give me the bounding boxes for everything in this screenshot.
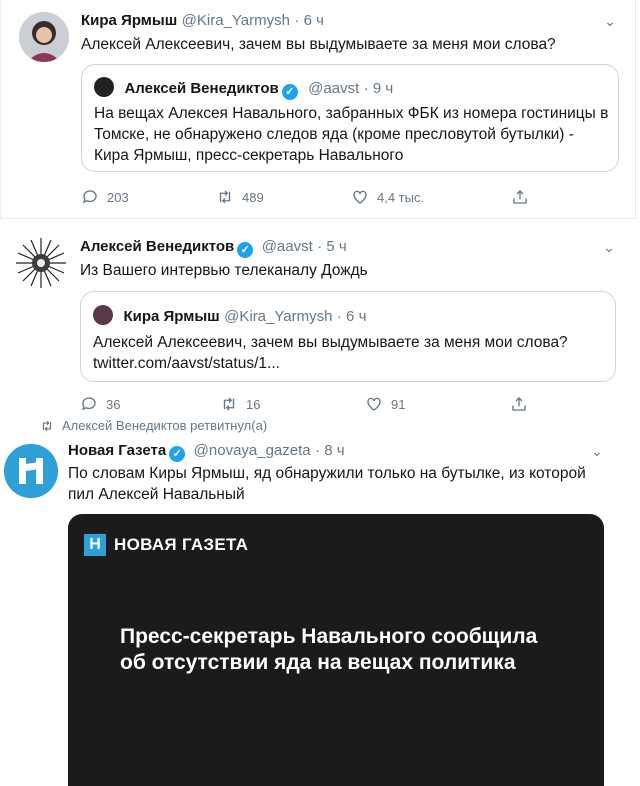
newspaper-logo-icon: Н bbox=[84, 534, 106, 556]
avatar-photo bbox=[14, 236, 68, 290]
quote-text: Алексей Алексеевич, зачем вы выдумываете… bbox=[93, 334, 568, 351]
card-brand: НОВАЯ ГАЗЕТА bbox=[114, 535, 249, 554]
media-card[interactable]: Н НОВАЯ ГАЗЕТА Пресс-секретарь Навальног… bbox=[68, 514, 604, 786]
retweet-count: 489 bbox=[242, 189, 264, 205]
quoted-tweet[interactable]: Кира Ярмыш @Kira_Yarmysh · 6 ч Алексей А… bbox=[80, 291, 616, 382]
reply-button[interactable]: 36 bbox=[80, 394, 120, 414]
like-button[interactable]: 91 bbox=[365, 394, 405, 414]
avatar[interactable] bbox=[14, 236, 68, 290]
avatar-photo bbox=[19, 12, 69, 62]
avatar[interactable] bbox=[4, 444, 58, 498]
tweet-header: Новая Газета ✓ @novaya_gazeta · 8 ч bbox=[68, 442, 345, 462]
newspaper-logo-icon bbox=[4, 444, 58, 498]
retweet-icon bbox=[219, 190, 231, 204]
tweet-time[interactable]: · 6 ч bbox=[294, 12, 324, 29]
verified-badge-icon: ✓ bbox=[169, 446, 186, 462]
tweet[interactable]: Алексей Венедиктов ✓ @aavst · 5 ч ⌄ Из Ва… bbox=[0, 226, 636, 412]
heart-icon bbox=[353, 190, 367, 204]
tweet-time[interactable]: · 5 ч bbox=[317, 238, 347, 255]
retweeted-by-label[interactable]: Алексей Венедиктов ретвитнул(а) bbox=[62, 418, 267, 433]
like-count: 91 bbox=[391, 396, 406, 412]
reply-button[interactable]: 203 bbox=[81, 187, 129, 207]
author-name[interactable]: Кира Ярмыш bbox=[81, 12, 177, 29]
author-name[interactable]: Алексей Венедиктов bbox=[80, 238, 234, 255]
retweet-icon bbox=[223, 397, 235, 411]
retweet-context: Алексей Венедиктов ретвитнул(а) bbox=[40, 418, 267, 433]
chevron-down-icon[interactable]: ⌄ bbox=[600, 238, 618, 256]
quote-header: Кира Ярмыш @Kira_Yarmysh · 6 ч bbox=[93, 305, 366, 326]
like-count: 4,4 тыс. bbox=[377, 189, 425, 205]
verified-badge-icon: ✓ bbox=[237, 242, 254, 258]
card-headline: Пресс-секретарь Навального сообщила об о… bbox=[120, 625, 538, 674]
tweet-time[interactable]: · 8 ч bbox=[315, 442, 345, 459]
tweet-header: Кира Ярмыш @Kira_Yarmysh · 6 ч bbox=[81, 12, 324, 30]
tweet[interactable]: Алексей Венедиктов ретвитнул(а) Новая Га… bbox=[0, 412, 636, 786]
chevron-down-icon[interactable]: ⌄ bbox=[601, 12, 619, 30]
share-icon bbox=[512, 397, 526, 411]
retweet-icon bbox=[42, 420, 52, 431]
quote-header: Алексей Венедиктов ✓ @aavst · 9 ч bbox=[94, 77, 393, 100]
card-logo: Н НОВАЯ ГАЗЕТА bbox=[84, 534, 248, 556]
share-button[interactable] bbox=[511, 187, 529, 207]
reply-icon bbox=[81, 397, 96, 411]
avatar bbox=[94, 77, 114, 97]
verified-badge-icon: ✓ bbox=[281, 84, 298, 100]
avatar bbox=[93, 305, 113, 325]
author-name: Алексей Венедиктов bbox=[124, 80, 279, 97]
retweet-button[interactable]: 16 bbox=[220, 394, 260, 414]
tweet-time: · 6 ч bbox=[336, 308, 367, 325]
reply-count: 203 bbox=[107, 189, 129, 205]
retweet-count: 16 bbox=[246, 396, 261, 412]
author-name: Кира Ярмыш bbox=[123, 308, 220, 325]
tweet[interactable]: Кира Ярмыш @Kira_Yarmysh · 6 ч ⌄ Алексей… bbox=[0, 0, 636, 219]
tweet-time: · 9 ч bbox=[363, 80, 394, 97]
like-button[interactable]: 4,4 тыс. bbox=[351, 187, 424, 207]
retweet-button[interactable]: 489 bbox=[216, 187, 264, 207]
author-handle: @Kira_Yarmysh bbox=[224, 308, 333, 325]
tweet-text: Алексей Алексеевич, зачем вы выдумываете… bbox=[81, 36, 556, 53]
author-handle[interactable]: @Kira_Yarmysh bbox=[182, 12, 290, 29]
tweet-actions: 36 16 91 bbox=[80, 394, 540, 414]
chevron-down-icon[interactable]: ⌄ bbox=[588, 442, 606, 460]
author-handle[interactable]: @aavst bbox=[262, 238, 313, 255]
reply-icon bbox=[82, 190, 97, 204]
tweet-text: Из Вашего интервью телеканалу Дождь bbox=[80, 262, 368, 279]
avatar[interactable] bbox=[19, 12, 69, 62]
author-handle[interactable]: @novaya_gazeta bbox=[194, 442, 311, 459]
tweet-header: Алексей Венедиктов ✓ @aavst · 5 ч bbox=[80, 238, 347, 258]
quote-text: На вещах Алексея Навального, забранных Ф… bbox=[94, 105, 609, 164]
tweet-actions: 203 489 4,4 тыс. bbox=[81, 187, 541, 207]
share-button[interactable] bbox=[510, 394, 528, 414]
reply-count: 36 bbox=[106, 396, 121, 412]
author-handle: @aavst bbox=[308, 80, 360, 97]
quote-link[interactable]: twitter.com/aavst/status/1... bbox=[93, 353, 608, 374]
author-name[interactable]: Новая Газета bbox=[68, 442, 166, 459]
quoted-tweet[interactable]: Алексей Венедиктов ✓ @aavst · 9 ч На веща… bbox=[81, 64, 619, 172]
heart-icon bbox=[367, 397, 381, 411]
share-icon bbox=[513, 190, 527, 204]
tweet-text: По словам Киры Ярмыш, яд обнаружили толь… bbox=[68, 465, 586, 503]
